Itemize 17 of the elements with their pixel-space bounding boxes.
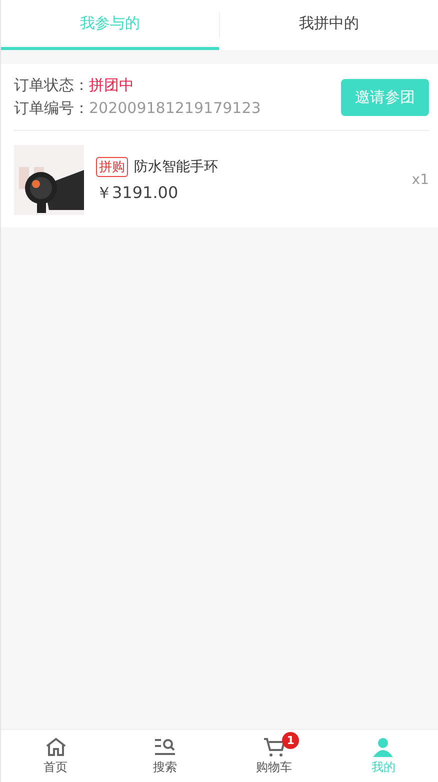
user-icon xyxy=(372,736,394,756)
cart-icon xyxy=(263,736,286,756)
quantity: x1 xyxy=(412,172,429,188)
order-number: 202009181219179123 xyxy=(89,99,261,118)
search-icon xyxy=(154,736,176,756)
order-status: 拼团中 xyxy=(89,76,134,95)
order-number-label: 订单编号： xyxy=(14,99,89,118)
home-icon xyxy=(44,736,67,756)
product-price: ￥3191.00 xyxy=(96,182,180,204)
nav-item[interactable]: 购物车 1 xyxy=(220,730,329,782)
nav-item[interactable]: 首页 xyxy=(1,730,110,782)
group-buy-tag: 拼购 xyxy=(96,156,128,176)
product-name: 防水智能手环 xyxy=(134,158,218,176)
tab[interactable]: 我拼中的 xyxy=(220,0,438,50)
cart-count-badge: 1 xyxy=(282,732,300,749)
status-label: 订单状态： xyxy=(14,76,89,95)
nav-item[interactable]: 搜索 xyxy=(110,730,220,782)
